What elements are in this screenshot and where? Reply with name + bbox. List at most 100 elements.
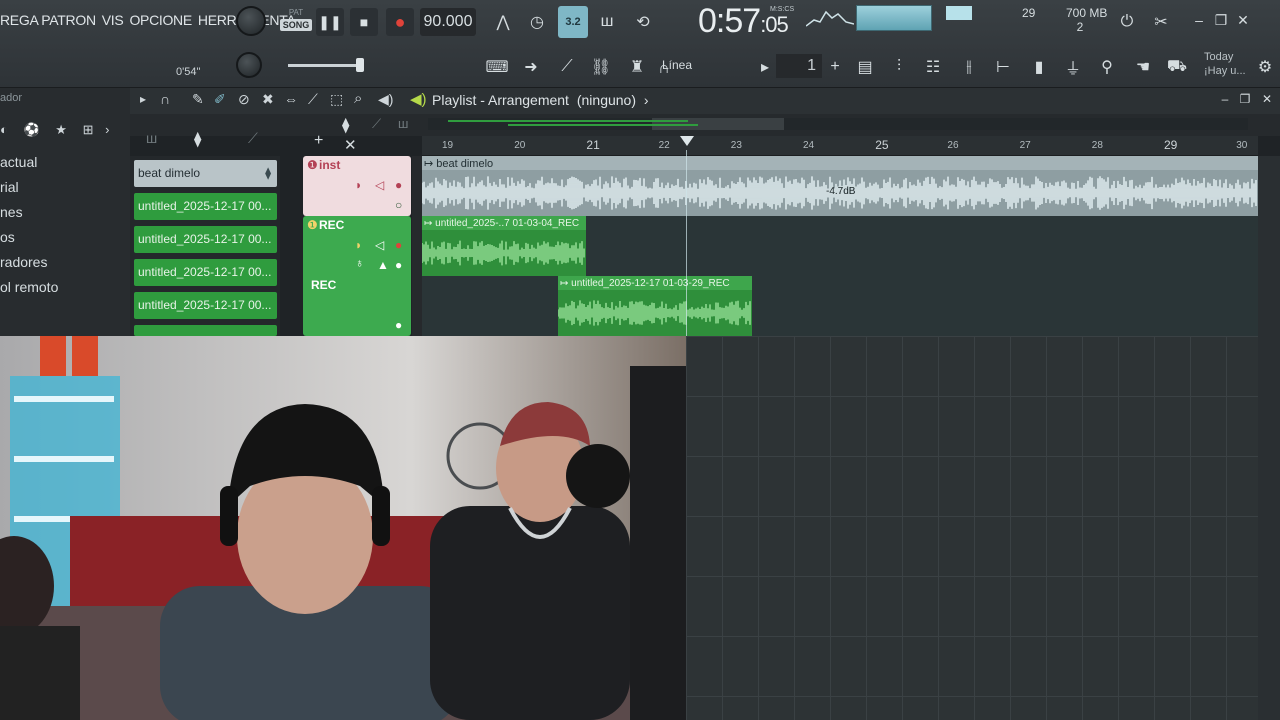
metronome-button[interactable]: ⋀ [490, 9, 516, 35]
track-speaker-icon[interactable]: ◁ [375, 178, 384, 192]
browser-item[interactable]: radores [0, 254, 47, 270]
delete-tool-icon[interactable]: ⊘ [238, 91, 250, 108]
stop-button[interactable]: ■ [350, 8, 378, 36]
timeline-ruler[interactable]: 19 20 21 22 23 24 25 26 27 28 29 30 [422, 136, 1258, 156]
pattern-small-icon[interactable]: ш [398, 116, 408, 131]
restore-button[interactable]: ❐ [1210, 12, 1232, 29]
browser-item[interactable]: ol remoto [0, 279, 58, 295]
play-arrangement-icon[interactable]: ◀) [410, 90, 427, 108]
news-panel[interactable]: Today ¡Hay u... [1204, 50, 1246, 78]
track-led-icon[interactable]: ● [395, 258, 402, 272]
channel-rack-button[interactable]: ⫶ [886, 54, 912, 80]
browser-item[interactable]: nes [0, 204, 23, 220]
track-record-icon[interactable]: ● [395, 178, 402, 192]
channel-item-beat[interactable]: beat dimelo ⧫ [134, 160, 277, 187]
playlist-menu-arrow[interactable]: ▸ [140, 92, 146, 106]
browser-item[interactable]: os [0, 229, 15, 245]
star-icon[interactable]: ★ [55, 122, 67, 137]
playback-tool-icon[interactable]: ◀) [378, 91, 393, 108]
power-button[interactable]: ⏻ [1114, 9, 1140, 35]
channel-item-rec[interactable]: untitled_2025-12-17 00... [134, 292, 277, 319]
slice-tool-icon[interactable]: ⟋ [308, 91, 318, 108]
record-button[interactable]: ● [386, 8, 414, 36]
paint-tool-button[interactable]: ⟋ [554, 54, 580, 80]
pattern-picker-icon[interactable]: ш [146, 130, 157, 146]
tempo-field[interactable]: 90.000 [420, 8, 476, 36]
countdown-button[interactable]: 3.2 [558, 6, 588, 38]
playlist-vertical-scrollbar[interactable] [1258, 156, 1280, 720]
master-slider-thumb[interactable] [356, 58, 364, 72]
close-button[interactable]: ✕ [1232, 12, 1254, 29]
add-pattern-button[interactable]: + [822, 54, 848, 80]
mute-tool-icon[interactable]: ✖ [262, 91, 274, 108]
track-mute-icon[interactable]: ◗ [355, 238, 362, 252]
automation-icon[interactable]: ⟋ [248, 130, 258, 147]
settings-button[interactable]: ⚙ [1252, 54, 1278, 80]
track-mute-icon[interactable]: ◗ [355, 178, 362, 192]
folder-add-icon[interactable]: ⊞ [83, 122, 94, 137]
pattern-selector[interactable]: 1 [776, 54, 822, 78]
track-record-icon[interactable]: ● [395, 238, 402, 252]
playhead-marker[interactable] [680, 136, 694, 146]
playlist-close-button[interactable]: ✕ [1256, 92, 1278, 106]
slip-tool-icon[interactable]: ⇔ [284, 91, 298, 107]
master-pitch-knob[interactable] [236, 52, 262, 78]
browser-button[interactable]: ⊢ [990, 54, 1016, 80]
pause-button[interactable]: ❚❚ [316, 8, 344, 36]
cut-tool-button[interactable]: ✂ [1148, 9, 1174, 35]
refresh-icon[interactable]: ◐ [0, 122, 8, 137]
channel-item-rec[interactable]: untitled_2025-12-17 00... [134, 259, 277, 286]
snap-forward-button[interactable]: ➜ [518, 54, 544, 80]
pattern-play-button[interactable]: ▸ [752, 54, 778, 80]
stamp-button[interactable]: ♜ [624, 54, 650, 80]
playlist-grid[interactable] [686, 336, 1258, 720]
browser-item[interactable]: actual [0, 154, 37, 170]
step-sequencer-button[interactable]: ☷ [920, 54, 946, 80]
plugin-button[interactable]: ⏚ [1060, 54, 1086, 80]
waveform-icon[interactable]: ⧫ [194, 130, 201, 148]
playlist-view-button[interactable]: ▤ [852, 54, 878, 80]
menu-item-opciones[interactable]: OPCIONE [129, 12, 192, 28]
playlist-restore-button[interactable]: ❐ [1234, 92, 1256, 106]
menu-item-vista[interactable]: VIS [102, 12, 124, 28]
globe-icon[interactable]: ⚽ [23, 122, 39, 137]
minimize-button[interactable]: – [1188, 12, 1210, 28]
mixer-button[interactable]: ⫲ [956, 54, 982, 80]
microphone-icon[interactable]: ♁ [355, 256, 364, 270]
pencil-icon[interactable]: ✎ [192, 91, 204, 108]
touch-keyboard-button[interactable]: ⚲ [1094, 54, 1120, 80]
menu-item-agregar[interactable]: REGA PATRON [0, 12, 96, 28]
piano-roll-button[interactable]: ⌨ [484, 54, 510, 80]
zoom-tool-icon[interactable]: ⌕ [354, 90, 362, 107]
track-led-icon[interactable]: ○ [395, 198, 402, 212]
wait-input-button[interactable]: ◷ [524, 9, 550, 35]
brush-tool-icon[interactable]: ✐ [214, 91, 226, 108]
remove-track-button[interactable]: ✕ [344, 136, 357, 154]
select-tool-icon[interactable]: ⬚ [330, 91, 343, 108]
magnet-snap-icon[interactable]: ∩ [160, 91, 170, 107]
arrow-up-icon[interactable]: ▲ [377, 258, 389, 272]
link-button[interactable]: ⛓ [588, 54, 614, 80]
channel-item-rec[interactable]: untitled_2025-12-17 00... [134, 193, 277, 220]
track-header-inst[interactable]: ❶ inst ◗ ◁ ● ○ [303, 156, 411, 216]
waveform-small-icon[interactable]: ⧫ [342, 116, 349, 134]
overview-scrollbar[interactable] [428, 118, 1248, 130]
track-speaker-icon[interactable]: ◁ [375, 238, 384, 252]
track-led-icon[interactable]: ● [395, 318, 402, 332]
step-edit-button[interactable]: ш [594, 9, 620, 35]
loop-record-button[interactable]: ⟲ [630, 9, 656, 35]
channel-item-rec[interactable] [134, 325, 277, 336]
project-button[interactable]: ▮ [1026, 54, 1052, 80]
hint-button[interactable]: ☚ [1130, 54, 1156, 80]
master-volume-knob[interactable] [236, 6, 266, 36]
curve-icon[interactable]: ⟋ [372, 116, 381, 132]
snap-select[interactable]: Línea [662, 58, 692, 72]
channel-item-rec[interactable]: untitled_2025-12-17 00... [134, 226, 277, 253]
browser-item[interactable]: rial [0, 179, 19, 195]
playlist-minimize-button[interactable]: – [1214, 92, 1236, 106]
pat-song-toggle[interactable]: PAT SONG [280, 8, 312, 31]
chevron-right-icon[interactable]: › [644, 92, 649, 108]
shop-button[interactable]: ⛟ [1164, 54, 1190, 80]
add-track-button[interactable]: + [314, 132, 323, 150]
track-header-rec[interactable]: ❶ REC ◗ ◁ ● ♁ ▲ ● REC ● [303, 216, 411, 336]
